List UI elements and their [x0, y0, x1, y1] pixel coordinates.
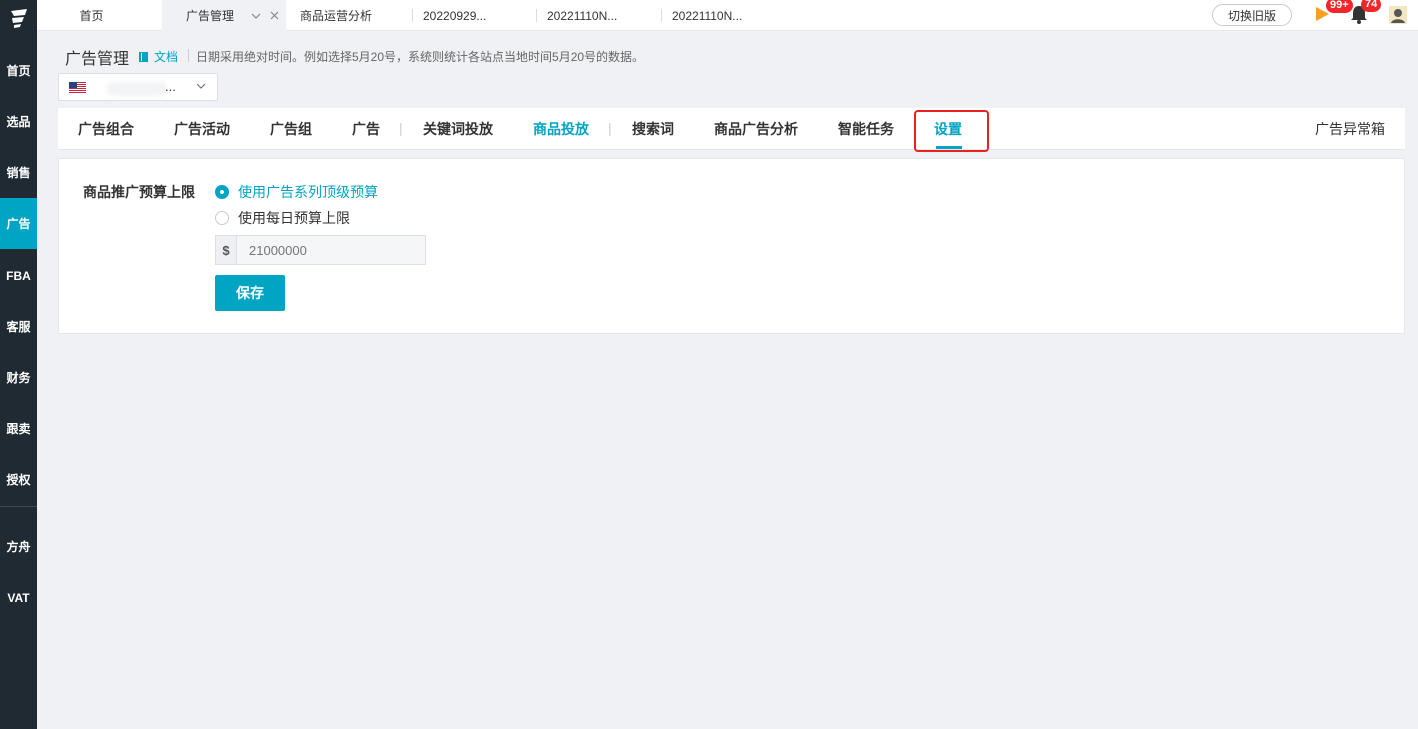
radio-label: 使用广告系列顶级预算	[238, 184, 378, 200]
sidebar-item-authorization[interactable]: 授权	[0, 454, 37, 505]
page-title: 广告管理	[65, 51, 130, 68]
left-sidebar: 首页 选品 销售 广告 FBA 客服 财务 跟卖 授权 方舟 VAT	[0, 0, 37, 729]
notification-badge: 99+	[1326, 0, 1353, 13]
top-tab-label: 20221110N...	[672, 8, 743, 23]
ad-nav-tabs: 广告组合 广告活动 广告组 广告 | 关键词投放 商品投放 | 搜索词 商品广告…	[58, 108, 1405, 152]
settings-card: 商品推广预算上限 使用广告系列顶级预算 使用每日预算上限 $ 保存	[58, 158, 1405, 334]
tab-search-terms[interactable]: 搜索词	[632, 108, 674, 150]
tab-separator	[536, 9, 537, 22]
currency-prefix: $	[216, 236, 237, 264]
book-icon	[139, 51, 148, 62]
redacted-store-name	[107, 82, 167, 96]
budget-cap-label: 商品推广预算上限	[83, 184, 195, 200]
tab-separator	[412, 9, 413, 22]
top-tab-report-1[interactable]: 20220929...	[423, 0, 486, 31]
radio-campaign-budget[interactable]: 使用广告系列顶级预算	[215, 182, 378, 202]
tab-product-targeting[interactable]: 商品投放	[533, 108, 589, 150]
tab-separator	[661, 9, 662, 22]
sidebar-item-service[interactable]: 客服	[0, 301, 37, 352]
tab-separator: |	[608, 120, 612, 136]
tab-campaign[interactable]: 广告活动	[174, 108, 230, 150]
sidebar-item-follow-sell[interactable]: 跟卖	[0, 403, 37, 454]
tab-portfolio[interactable]: 广告组合	[78, 108, 134, 150]
documentation-link[interactable]: 文档	[138, 48, 178, 65]
chevron-down-icon[interactable]	[251, 11, 261, 21]
avatar[interactable]	[1389, 6, 1407, 24]
sidebar-item-sales[interactable]: 销售	[0, 147, 37, 198]
chevron-down-icon	[196, 83, 206, 89]
radio-checked-icon[interactable]	[215, 185, 229, 199]
us-flag-icon	[69, 82, 86, 93]
radio-daily-budget[interactable]: 使用每日预算上限	[215, 208, 350, 228]
top-tab-report-3[interactable]: 20221110N...	[672, 0, 742, 31]
sidebar-item-home[interactable]: 首页	[0, 45, 37, 96]
top-tab-label: 广告管理	[186, 9, 235, 23]
app-logo-icon[interactable]	[0, 0, 37, 36]
close-icon[interactable]	[270, 11, 279, 20]
save-button[interactable]: 保存	[215, 275, 285, 311]
sidebar-item-selection[interactable]: 选品	[0, 96, 37, 147]
ad-anomaly-box-link[interactable]: 广告异常箱	[1315, 108, 1385, 150]
top-tab-label: 20220929...	[423, 8, 487, 23]
tab-smart-tasks[interactable]: 智能任务	[838, 108, 894, 150]
top-tab-label: 商品运营分析	[300, 9, 373, 23]
top-tab-label: 20221110N...	[547, 8, 618, 23]
switch-old-version-button[interactable]: 切换旧版	[1212, 4, 1292, 26]
header-divider	[188, 49, 189, 62]
tab-keyword-targeting[interactable]: 关键词投放	[423, 108, 493, 150]
tab-separator: |	[399, 120, 403, 136]
budget-amount-field: $	[215, 235, 426, 265]
top-tab-home[interactable]: 首页	[37, 0, 162, 31]
tab-ad[interactable]: 广告	[352, 108, 380, 150]
top-tab-product-analysis[interactable]: 商品运营分析	[300, 0, 372, 31]
tab-ad-group[interactable]: 广告组	[270, 108, 312, 150]
documentation-label: 文档	[154, 50, 179, 64]
tab-product-ad-analysis[interactable]: 商品广告分析	[714, 108, 798, 150]
country-select[interactable]: ...	[58, 73, 218, 101]
sidebar-item-ark[interactable]: 方舟	[0, 521, 37, 572]
sidebar-divider	[0, 506, 37, 507]
sidebar-item-vat[interactable]: VAT	[0, 572, 37, 623]
active-tab-controls	[251, 0, 279, 31]
sidebar-item-finance[interactable]: 财务	[0, 352, 37, 403]
sidebar-item-ads[interactable]: 广告	[0, 198, 37, 249]
radio-label: 使用每日预算上限	[238, 210, 350, 226]
top-tab-label: 首页	[79, 9, 104, 23]
store-name-ellipsis: ...	[165, 79, 176, 94]
budget-input[interactable]	[237, 236, 425, 264]
top-tab-bar: 首页 广告管理 商品运营分析 20220929... 20221110N... …	[37, 0, 1418, 31]
top-tab-report-2[interactable]: 20221110N...	[547, 0, 617, 31]
radio-unchecked-icon[interactable]	[215, 211, 229, 225]
settings-highlight-box	[914, 110, 989, 152]
sidebar-item-fba[interactable]: FBA	[0, 250, 37, 301]
notification-badge: 74	[1361, 0, 1382, 12]
date-hint-text: 日期采用绝对时间。例如选择5月20号，系统则统计各站点当地时间5月20号的数据。	[196, 50, 645, 64]
